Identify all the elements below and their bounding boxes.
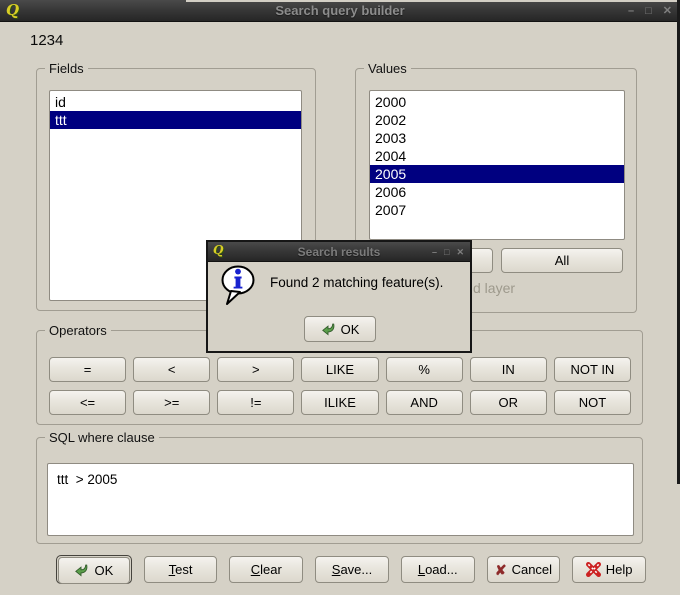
- ok-button[interactable]: OK: [58, 557, 130, 584]
- values-list-item[interactable]: 2002: [370, 111, 624, 129]
- operator-percent-button[interactable]: %: [385, 357, 463, 382]
- values-list-item[interactable]: 2006: [370, 183, 624, 201]
- search-query-builder-window: Q Search query builder – □ ✕ 1234 Fields…: [0, 0, 680, 595]
- search-results-dialog: Q Search results – □ ✕ Found 2 matching …: [206, 240, 472, 353]
- dialog-minimize-icon[interactable]: –: [432, 242, 437, 262]
- values-list[interactable]: 2000 2002 2003 2004 2005 2006 2007: [369, 90, 625, 240]
- ok-button-label: OK: [94, 563, 114, 578]
- sql-group-label: SQL where clause: [45, 430, 159, 445]
- values-list-item-selected[interactable]: 2005: [370, 165, 624, 183]
- all-values-button[interactable]: All: [501, 248, 623, 273]
- fields-list-item-selected[interactable]: ttt: [50, 111, 301, 129]
- fields-list-item[interactable]: id: [50, 93, 301, 111]
- load-button[interactable]: Load...: [400, 556, 475, 583]
- values-list-item[interactable]: 2004: [370, 147, 624, 165]
- dialog-ok-button[interactable]: OK: [304, 316, 376, 342]
- values-group-label: Values: [364, 61, 411, 76]
- operator-not-button[interactable]: NOT: [553, 390, 631, 415]
- layer-name-label: 1234: [30, 32, 64, 49]
- qgis-logo-icon: Q: [6, 1, 20, 19]
- window-titlebar: Q Search query builder – □ ✕: [0, 0, 680, 22]
- dialog-title: Search results: [297, 244, 381, 259]
- maximize-icon[interactable]: □: [645, 0, 652, 22]
- help-lifebuoy-icon: [585, 562, 601, 577]
- green-arrow-icon: [321, 323, 334, 336]
- save-button[interactable]: Save...: [315, 556, 389, 583]
- help-button[interactable]: Help: [572, 556, 647, 583]
- qgis-logo-icon: Q: [213, 243, 224, 257]
- clear-button-label: Clear: [250, 562, 282, 577]
- test-button[interactable]: Test: [143, 556, 218, 583]
- dialog-close-icon[interactable]: ✕: [456, 242, 464, 262]
- minimize-icon[interactable]: –: [628, 0, 634, 22]
- operator-or-button[interactable]: OR: [469, 390, 547, 415]
- cancel-button-label: Cancel: [511, 562, 553, 577]
- operator-greater-than-button[interactable]: >: [217, 357, 295, 382]
- dialog-message: Found 2 matching feature(s).: [270, 275, 444, 290]
- load-button-label: Load...: [417, 562, 458, 577]
- operator-equals-button[interactable]: =: [49, 357, 127, 382]
- test-button-label: Test: [168, 562, 193, 577]
- operator-less-equal-button[interactable]: <=: [49, 390, 127, 415]
- values-list-item[interactable]: 2000: [370, 93, 624, 111]
- save-button-label: Save...: [331, 562, 373, 577]
- info-balloon-icon: [221, 265, 255, 305]
- operator-greater-equal-button[interactable]: >=: [133, 390, 211, 415]
- operator-ilike-button[interactable]: ILIKE: [301, 390, 379, 415]
- dialog-maximize-icon[interactable]: □: [444, 242, 449, 262]
- ok-default-frame: OK: [56, 555, 132, 584]
- values-list-item[interactable]: 2007: [370, 201, 624, 219]
- footer-button-row: OK Test Clear Save... Load... ✘ Cancel H…: [56, 555, 647, 584]
- help-button-label: Help: [605, 562, 633, 577]
- fields-group-label: Fields: [45, 61, 88, 76]
- window-title: Search query builder: [275, 3, 405, 18]
- operator-not-in-button[interactable]: NOT IN: [553, 357, 631, 382]
- operator-and-button[interactable]: AND: [385, 390, 463, 415]
- operators-group-label: Operators: [45, 323, 111, 338]
- green-arrow-icon: [75, 564, 88, 577]
- values-list-item[interactable]: 2003: [370, 129, 624, 147]
- close-icon[interactable]: ✕: [663, 0, 672, 22]
- clear-button[interactable]: Clear: [229, 556, 304, 583]
- partial-disabled-label: d layer: [473, 280, 516, 296]
- sql-where-clause-input[interactable]: ttt > 2005: [47, 463, 634, 536]
- top-edge-highlight: [186, 0, 677, 2]
- dialog-ok-label: OK: [340, 321, 360, 337]
- cancel-button[interactable]: ✘ Cancel: [486, 556, 561, 583]
- red-x-icon: ✘: [494, 561, 507, 578]
- operator-in-button[interactable]: IN: [469, 357, 547, 382]
- dialog-titlebar: Q Search results – □ ✕: [208, 242, 470, 262]
- operator-not-equal-button[interactable]: !=: [217, 390, 295, 415]
- operator-like-button[interactable]: LIKE: [301, 357, 379, 382]
- sql-where-clause-groupbox: SQL where clause ttt > 2005: [36, 430, 643, 544]
- operator-less-than-button[interactable]: <: [133, 357, 211, 382]
